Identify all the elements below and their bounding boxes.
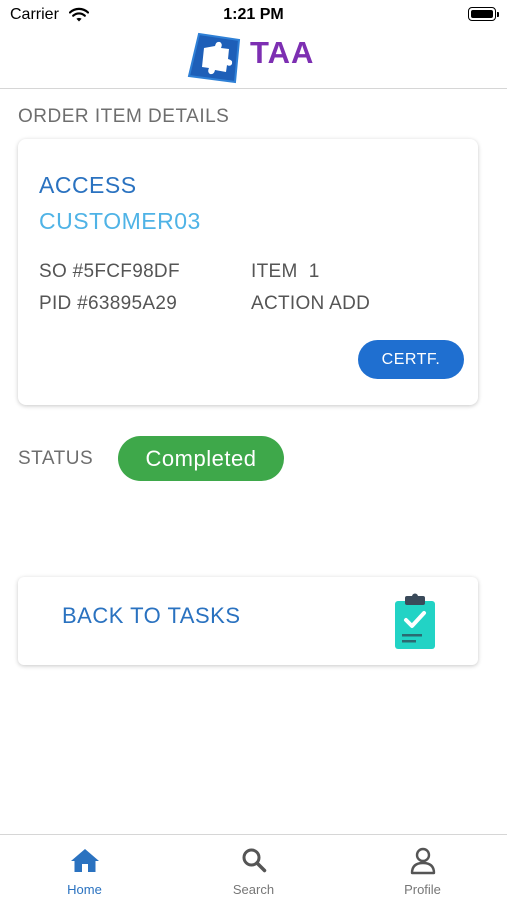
home-icon	[70, 849, 99, 872]
back-to-tasks-button[interactable]: BACK TO TASKS	[18, 577, 478, 665]
tab-home[interactable]: Home	[0, 835, 169, 901]
tab-bar: Home Search Profile	[0, 834, 507, 901]
item-category: ACCESS	[39, 172, 137, 198]
so-number: SO #5FCF98DF	[39, 261, 180, 282]
clock: 1:21 PM	[223, 6, 284, 23]
brand-title: TAA	[250, 35, 315, 70]
tab-search[interactable]: Search	[169, 835, 338, 901]
pid-number: PID #63895A29	[39, 293, 178, 314]
item-number: ITEM 1	[251, 261, 320, 282]
clipboard-check-icon	[395, 593, 435, 649]
puzzle-logo-icon	[187, 32, 241, 84]
status-bar: Carrier 1:21 PM	[0, 0, 507, 30]
search-icon	[242, 848, 266, 873]
action-type: ACTION ADD	[251, 293, 371, 314]
tab-profile-label: Profile	[404, 882, 441, 897]
status-badge: Completed	[118, 436, 284, 481]
customer-name: CUSTOMER03	[39, 208, 201, 234]
section-title: ORDER ITEM DETAILS	[18, 106, 230, 127]
tab-home-label: Home	[67, 882, 102, 897]
tab-profile[interactable]: Profile	[338, 835, 507, 901]
battery-icon	[468, 7, 499, 21]
tab-search-label: Search	[232, 882, 275, 897]
certf-button[interactable]: CERTF.	[358, 340, 464, 379]
back-to-tasks-label: BACK TO TASKS	[62, 603, 241, 628]
status-label: STATUS	[18, 448, 94, 469]
app-header: TAA	[0, 30, 507, 89]
order-item-card: ACCESS CUSTOMER03 SO #5FCF98DF ITEM 1 PI…	[18, 139, 478, 405]
profile-icon	[410, 847, 435, 875]
